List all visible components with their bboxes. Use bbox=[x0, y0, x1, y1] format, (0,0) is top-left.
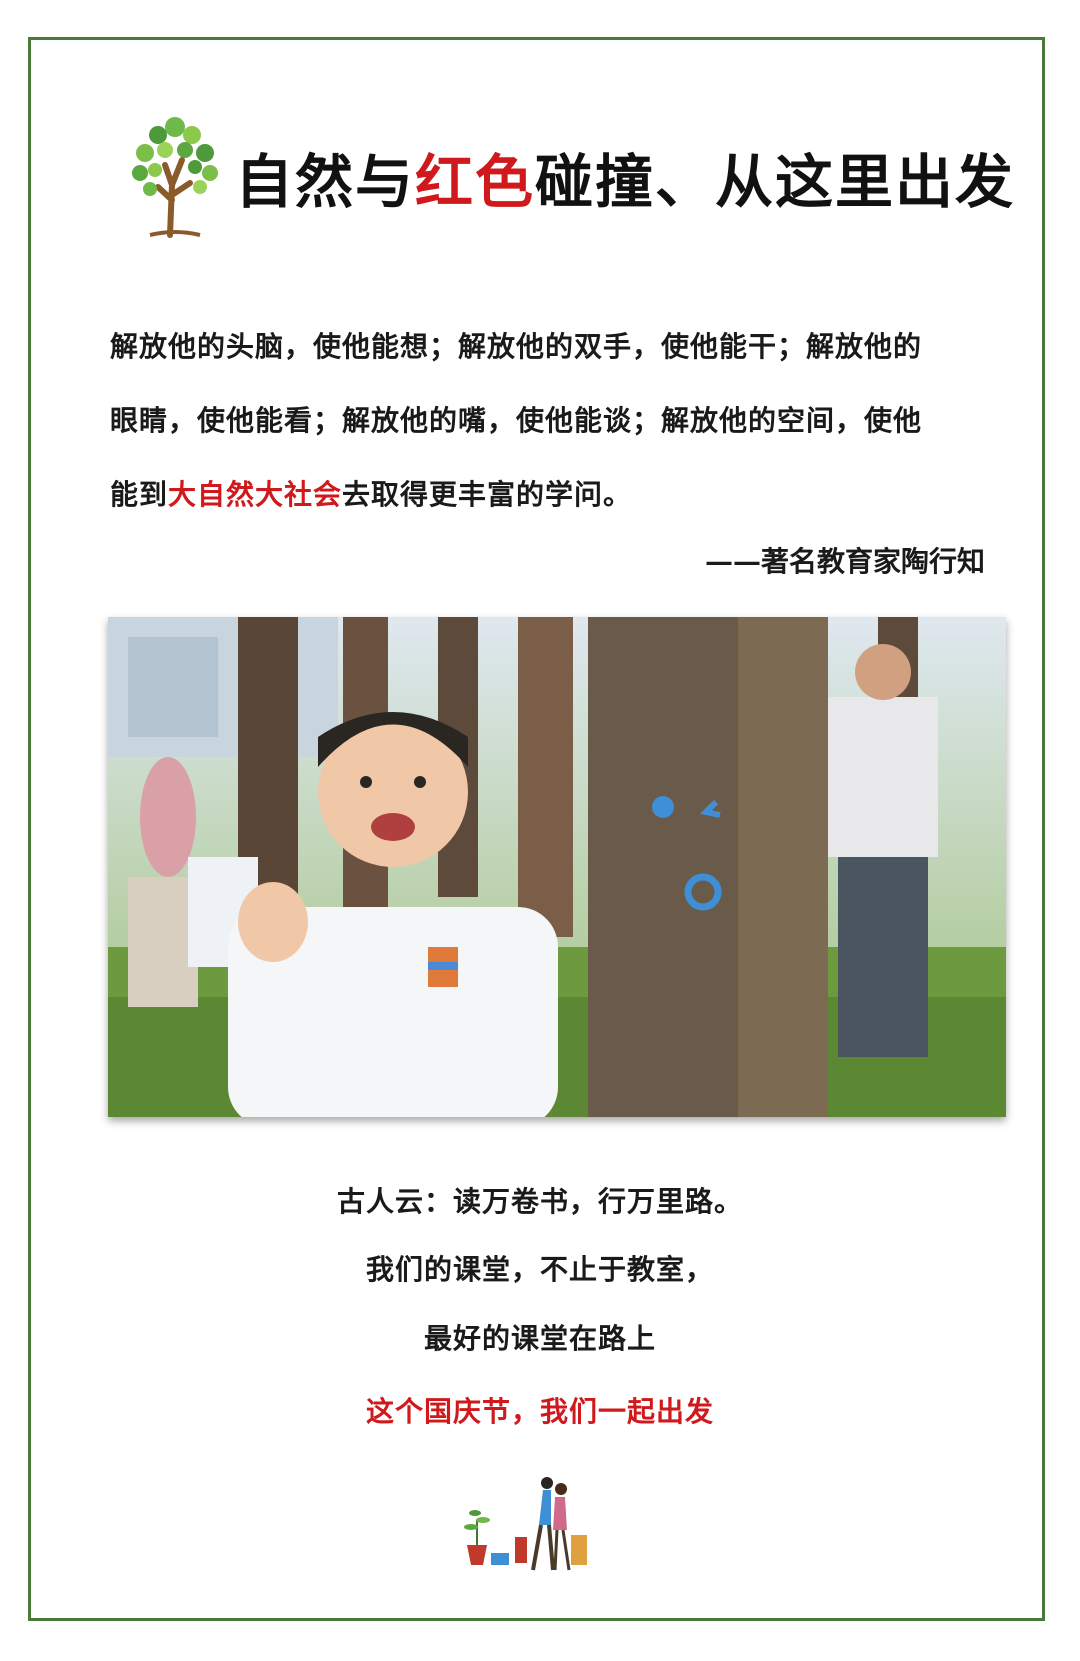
quote-line-3-prefix: 能到 bbox=[110, 478, 169, 511]
quote-highlight: 大自然大社会 bbox=[168, 478, 343, 511]
quote-block: 解放他的头脑，使他能想；解放他的双手，使他能干；解放他的 眼睛，使他能看；解放他… bbox=[110, 310, 990, 532]
header: 自然与红色碰撞、从这里出发 bbox=[110, 105, 1040, 245]
verse-line-1: 古人云：读万卷书，行万里路。 bbox=[336, 1185, 743, 1218]
quote-line-3-suffix: 去取得更丰富的学问。 bbox=[342, 478, 633, 511]
quote-attribution: ——著名教育家陶行知 bbox=[704, 545, 985, 578]
tree-logo-icon bbox=[132, 117, 218, 238]
verse-line-2: 我们的课堂，不止于教室， bbox=[365, 1253, 714, 1286]
verse-line-3: 最好的课堂在路上 bbox=[423, 1322, 656, 1355]
quote-line-1: 解放他的头脑，使他能想；解放他的双手，使他能干；解放他的 bbox=[110, 330, 923, 363]
child-in-park-photo bbox=[108, 617, 1006, 1117]
verse-line-4: 这个国庆节，我们一起出发 bbox=[365, 1395, 714, 1428]
title-prefix: 自然与 bbox=[235, 148, 416, 216]
quote-line-2: 眼睛，使他能看；解放他的嘴，使他能谈；解放他的空间，使他 bbox=[110, 404, 923, 437]
travelers-with-plant-icon bbox=[464, 1477, 587, 1571]
title-highlight: 红色 bbox=[415, 148, 536, 216]
title-suffix: 碰撞、从这里出发 bbox=[535, 148, 1016, 216]
page-title: 自然与红色碰撞、从这里出发 bbox=[235, 135, 1015, 219]
quote-line-3: 能到大自然大社会去取得更丰富的学问。 bbox=[110, 458, 990, 532]
